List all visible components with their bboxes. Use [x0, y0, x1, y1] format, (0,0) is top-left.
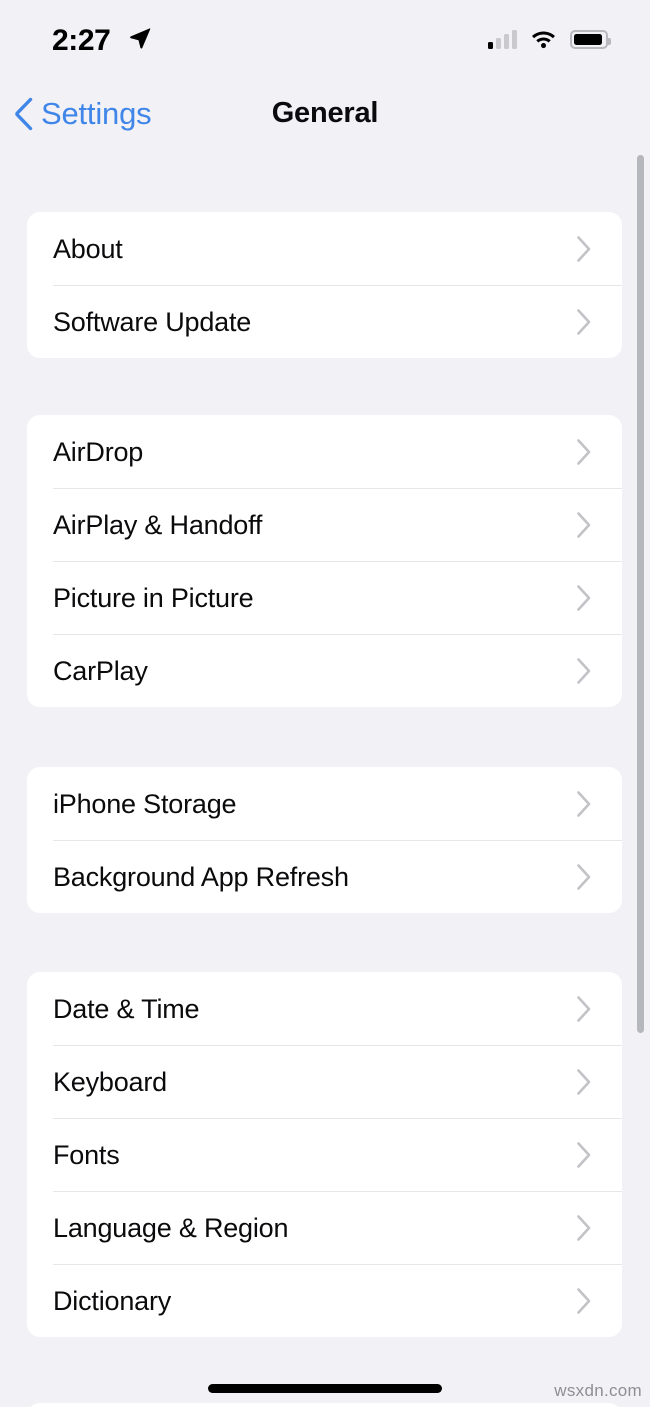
- chevron-right-icon: [577, 1141, 591, 1168]
- chevron-right-icon: [577, 511, 591, 538]
- chevron-right-icon: [577, 584, 591, 611]
- settings-group-connectivity: AirDrop AirPlay & Handoff Picture in Pic…: [27, 415, 622, 707]
- settings-row-label: Background App Refresh: [53, 861, 349, 892]
- settings-row-label: AirPlay & Handoff: [53, 509, 263, 540]
- status-bar-indicators: [488, 26, 611, 52]
- settings-row-airdrop[interactable]: AirDrop: [27, 415, 622, 488]
- settings-row-carplay[interactable]: CarPlay: [27, 634, 622, 707]
- settings-row-background-app-refresh[interactable]: Background App Refresh: [27, 840, 622, 913]
- settings-row-label: Language & Region: [53, 1212, 289, 1243]
- settings-row-about[interactable]: About: [27, 212, 622, 285]
- settings-row-label: Picture in Picture: [53, 582, 254, 613]
- settings-group-next-partial[interactable]: [27, 1403, 622, 1407]
- settings-group-system: About Software Update: [27, 212, 622, 358]
- watermark: wsxdn.com: [554, 1381, 642, 1400]
- settings-row-label: iPhone Storage: [53, 788, 237, 819]
- settings-row-software-update[interactable]: Software Update: [27, 285, 622, 358]
- chevron-right-icon: [577, 863, 591, 890]
- settings-row-fonts[interactable]: Fonts: [27, 1118, 622, 1191]
- chevron-right-icon: [577, 438, 591, 465]
- settings-row-dictionary[interactable]: Dictionary: [27, 1264, 622, 1337]
- chevron-right-icon: [577, 1287, 591, 1314]
- settings-row-language-region[interactable]: Language & Region: [27, 1191, 622, 1264]
- settings-row-label: Fonts: [53, 1139, 120, 1170]
- chevron-right-icon: [577, 235, 591, 262]
- settings-row-iphone-storage[interactable]: iPhone Storage: [27, 767, 622, 840]
- page-title: General: [271, 97, 379, 129]
- chevron-right-icon: [577, 995, 591, 1022]
- status-bar: 2:27: [0, 0, 650, 78]
- chevron-right-icon: [577, 308, 591, 335]
- settings-row-keyboard[interactable]: Keyboard: [27, 1045, 622, 1118]
- chevron-right-icon: [577, 1214, 591, 1241]
- settings-row-label: Keyboard: [53, 1066, 167, 1097]
- settings-group-localization: Date & Time Keyboard Fonts Language & Re…: [27, 972, 622, 1337]
- settings-row-label: AirDrop: [53, 436, 144, 467]
- settings-group-storage: iPhone Storage Background App Refresh: [27, 767, 622, 913]
- cellular-signal-icon: [488, 29, 517, 49]
- location-arrow-icon: [130, 28, 151, 49]
- battery-icon: [570, 29, 611, 49]
- navigation-bar: Settings General: [0, 78, 650, 150]
- settings-row-date-time[interactable]: Date & Time: [27, 972, 622, 1045]
- settings-row-picture-in-picture[interactable]: Picture in Picture: [27, 561, 622, 634]
- home-indicator-bar[interactable]: [208, 1384, 442, 1393]
- settings-row-airplay-handoff[interactable]: AirPlay & Handoff: [27, 488, 622, 561]
- wifi-icon: [532, 31, 555, 49]
- settings-row-label: Date & Time: [53, 993, 200, 1024]
- chevron-right-icon: [577, 657, 591, 684]
- scrollbar-thumb[interactable]: [637, 155, 644, 1033]
- settings-row-label: CarPlay: [53, 655, 148, 686]
- settings-row-label: About: [53, 233, 123, 264]
- chevron-right-icon: [577, 790, 591, 817]
- status-bar-time: 2:27: [52, 24, 111, 57]
- chevron-right-icon: [577, 1068, 591, 1095]
- iphone-settings-general-screen: 2:27 Settings General About Software Upd…: [0, 0, 650, 1407]
- settings-scroll-view[interactable]: About Software Update AirDrop AirPlay & …: [0, 150, 650, 1407]
- settings-row-label: Dictionary: [53, 1285, 172, 1316]
- vertical-scrollbar[interactable]: [637, 150, 644, 1407]
- settings-row-label: Software Update: [53, 306, 252, 337]
